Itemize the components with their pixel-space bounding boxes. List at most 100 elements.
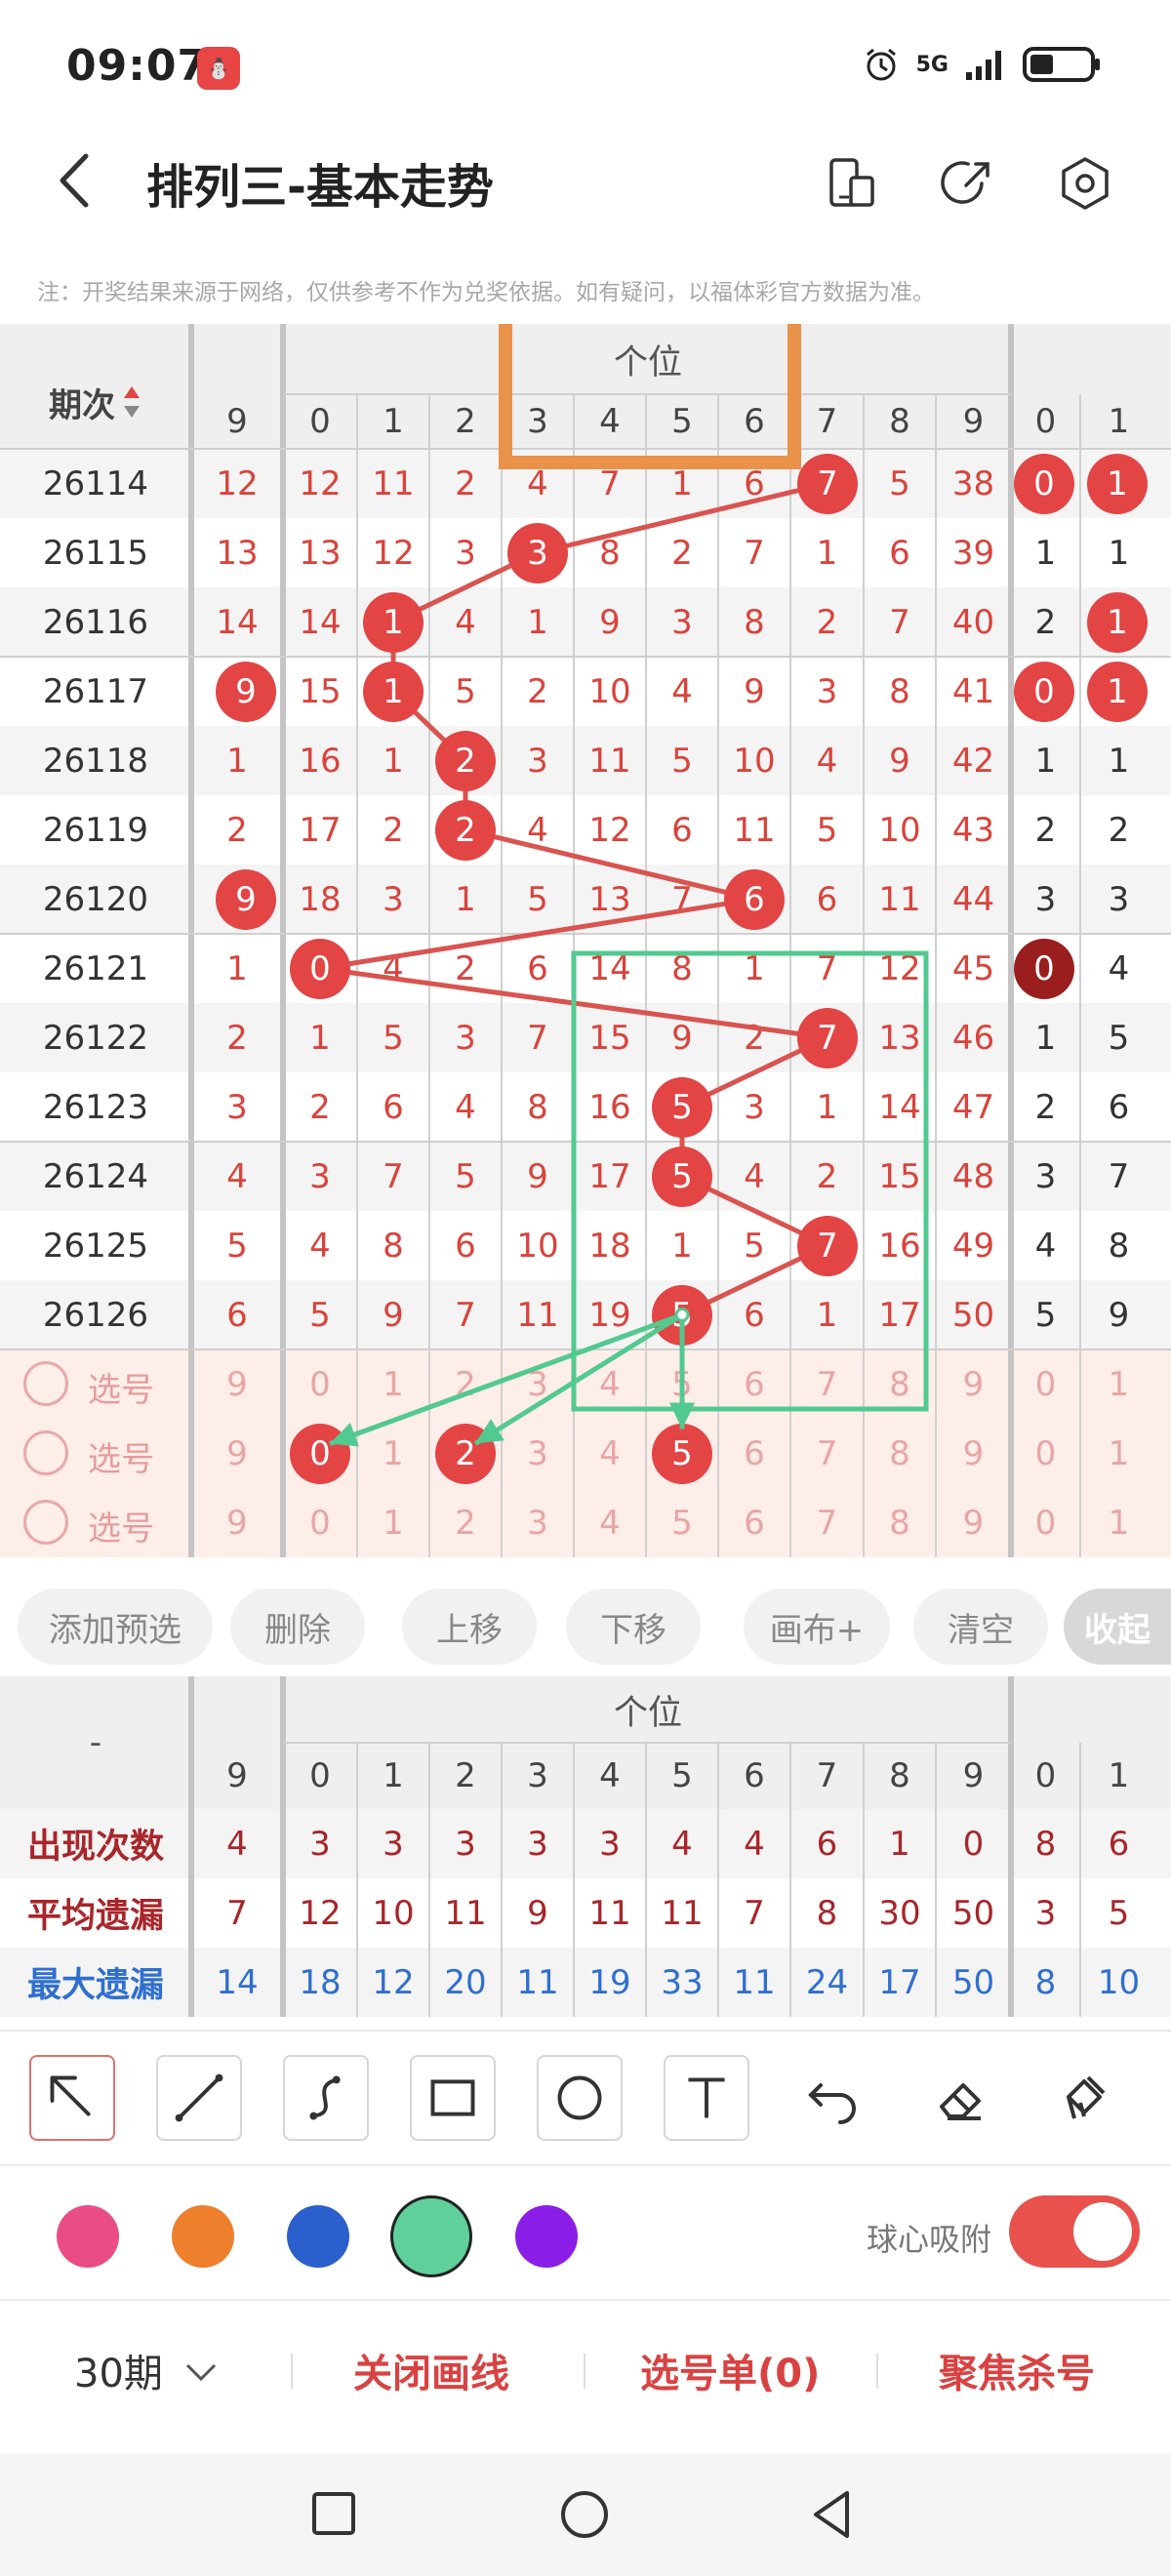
- stats-column-header: 6: [744, 1756, 765, 1795]
- stats-value: 8: [816, 1893, 838, 1933]
- stats-column-header: 0: [1034, 1756, 1057, 1795]
- back-button[interactable]: [47, 146, 105, 215]
- stats-value: 8: [1034, 1962, 1057, 2002]
- eraser-icon: [940, 2083, 981, 2120]
- text-icon: [688, 2077, 725, 2118]
- circle-icon: [557, 2075, 602, 2120]
- status-indicators: 5G: [862, 45, 1103, 84]
- green-arrow-head: [668, 1402, 696, 1429]
- selection-list-button[interactable]: 选号单(0): [640, 2342, 820, 2398]
- stats-column-header: 3: [527, 1756, 548, 1795]
- stats-value: 4: [744, 1824, 765, 1864]
- stats-column-header: 8: [889, 1756, 910, 1795]
- action-button[interactable]: 下移: [566, 1589, 701, 1665]
- stats-value: 6: [816, 1824, 838, 1864]
- stats-value: 3: [309, 1824, 331, 1864]
- stats-value: 3: [383, 1824, 404, 1864]
- stats-row-label: 出现次数: [26, 1828, 164, 1867]
- phone-rotate-icon[interactable]: [822, 154, 880, 213]
- lottery-app-icon: ⛄: [197, 47, 240, 90]
- color-swatch[interactable]: [515, 2205, 578, 2268]
- stats-value: 50: [951, 1893, 995, 1933]
- stats-value: 8: [1034, 1824, 1057, 1864]
- stats-value: 11: [661, 1893, 704, 1933]
- action-button[interactable]: 收起: [1064, 1589, 1171, 1665]
- color-swatch[interactable]: [57, 2205, 119, 2268]
- stats-header-dash: -: [89, 1723, 102, 1762]
- stats-value: 12: [372, 1962, 415, 2002]
- stats-column-header: 4: [599, 1756, 621, 1795]
- stats-value: 11: [588, 1893, 631, 1933]
- action-button[interactable]: 上移: [402, 1589, 537, 1665]
- stats-column-header: 9: [962, 1756, 985, 1795]
- stats-value: 50: [951, 1962, 995, 2002]
- status-time: 09:07: [66, 41, 209, 91]
- settings-icon[interactable]: [1056, 154, 1114, 213]
- stats-column-header: 1: [383, 1756, 404, 1795]
- back-nav-icon[interactable]: [808, 2488, 855, 2541]
- stats-value: 3: [1034, 1893, 1057, 1933]
- share-icon[interactable]: [939, 154, 997, 213]
- stats-value: 10: [1097, 1962, 1141, 2002]
- undo-icon: [808, 2083, 856, 2124]
- action-button[interactable]: 画布+: [744, 1589, 890, 1665]
- rectangle-tool-button[interactable]: [410, 2055, 496, 2141]
- stats-column-header: 1: [1108, 1756, 1130, 1795]
- snap-toggle[interactable]: [1009, 2195, 1140, 2268]
- stats-value: 24: [805, 1962, 849, 2002]
- stats-value: 11: [733, 1962, 776, 2002]
- circle-tool-button[interactable]: [537, 2055, 623, 2141]
- green-rectangle-annotation: [571, 950, 929, 1412]
- stats-value: 20: [444, 1962, 487, 2002]
- focus-kill-button[interactable]: 聚焦杀号: [939, 2342, 1095, 2398]
- home-icon[interactable]: [558, 2488, 611, 2541]
- stats-column-header: 7: [816, 1756, 838, 1795]
- action-button[interactable]: 清空: [913, 1589, 1048, 1665]
- battery-icon: [1023, 47, 1100, 82]
- line-tool-button[interactable]: [156, 2055, 242, 2141]
- toolbar-divider: [0, 2030, 1171, 2032]
- color-swatch[interactable]: [390, 2195, 472, 2277]
- clear-brush-tool-button[interactable]: [1044, 2055, 1130, 2141]
- stats-value: 14: [216, 1962, 259, 2002]
- bottom-divider: [876, 2354, 878, 2389]
- green-arrow-origin: [674, 1308, 690, 1322]
- green-arrow-head: [475, 1419, 505, 1444]
- snap-toggle-knob: [1073, 2202, 1132, 2261]
- rectangle-icon: [430, 2079, 475, 2116]
- stats-value: 5: [1108, 1893, 1130, 1933]
- stats-section-label: 个位: [613, 1693, 682, 1733]
- clear-brush-icon: [1067, 2075, 1106, 2119]
- recent-apps-icon[interactable]: [310, 2490, 357, 2537]
- action-button[interactable]: 添加预选: [18, 1589, 213, 1665]
- close-lines-button[interactable]: 关闭画线: [353, 2342, 509, 2398]
- stats-value: 6: [1108, 1824, 1130, 1864]
- stats-value: 10: [372, 1893, 415, 1933]
- period-select[interactable]: 30期: [74, 2342, 221, 2398]
- color-swatch[interactable]: [172, 2205, 234, 2268]
- stats-row-label: 最大遗漏: [26, 1966, 164, 2005]
- toolbar-divider-2: [0, 2164, 1171, 2166]
- stats-value: 1: [889, 1824, 910, 1864]
- stats-value: 12: [299, 1893, 342, 1933]
- page-title: 排列三-基本走势: [146, 160, 494, 215]
- stats-value: 0: [962, 1824, 985, 1864]
- action-button[interactable]: 删除: [230, 1589, 365, 1665]
- stats-column-header: 9: [226, 1756, 248, 1795]
- toolbar-divider-3: [0, 2299, 1171, 2301]
- stats-value: 19: [588, 1962, 631, 2002]
- curve-tool-button[interactable]: [283, 2055, 369, 2141]
- period-select-label: 30期: [74, 2352, 163, 2396]
- eraser-tool-button[interactable]: [917, 2055, 1003, 2141]
- stats-value: 33: [661, 1962, 704, 2002]
- select-arrow-tool-button[interactable]: [29, 2055, 115, 2141]
- trend-table: 期次 个位 9012345678901 26114 26115 26116 26117…: [0, 324, 1171, 1573]
- undo-tool-button[interactable]: [790, 2055, 876, 2141]
- text-tool-button[interactable]: [664, 2055, 749, 2141]
- color-swatch[interactable]: [287, 2205, 349, 2268]
- stats-row-label: 平均遗漏: [26, 1897, 164, 1936]
- stats-column-header: 0: [309, 1756, 331, 1795]
- stats-value: 11: [516, 1962, 559, 2002]
- stats-value: 3: [599, 1824, 621, 1864]
- snap-label: 球心吸附: [867, 2221, 992, 2258]
